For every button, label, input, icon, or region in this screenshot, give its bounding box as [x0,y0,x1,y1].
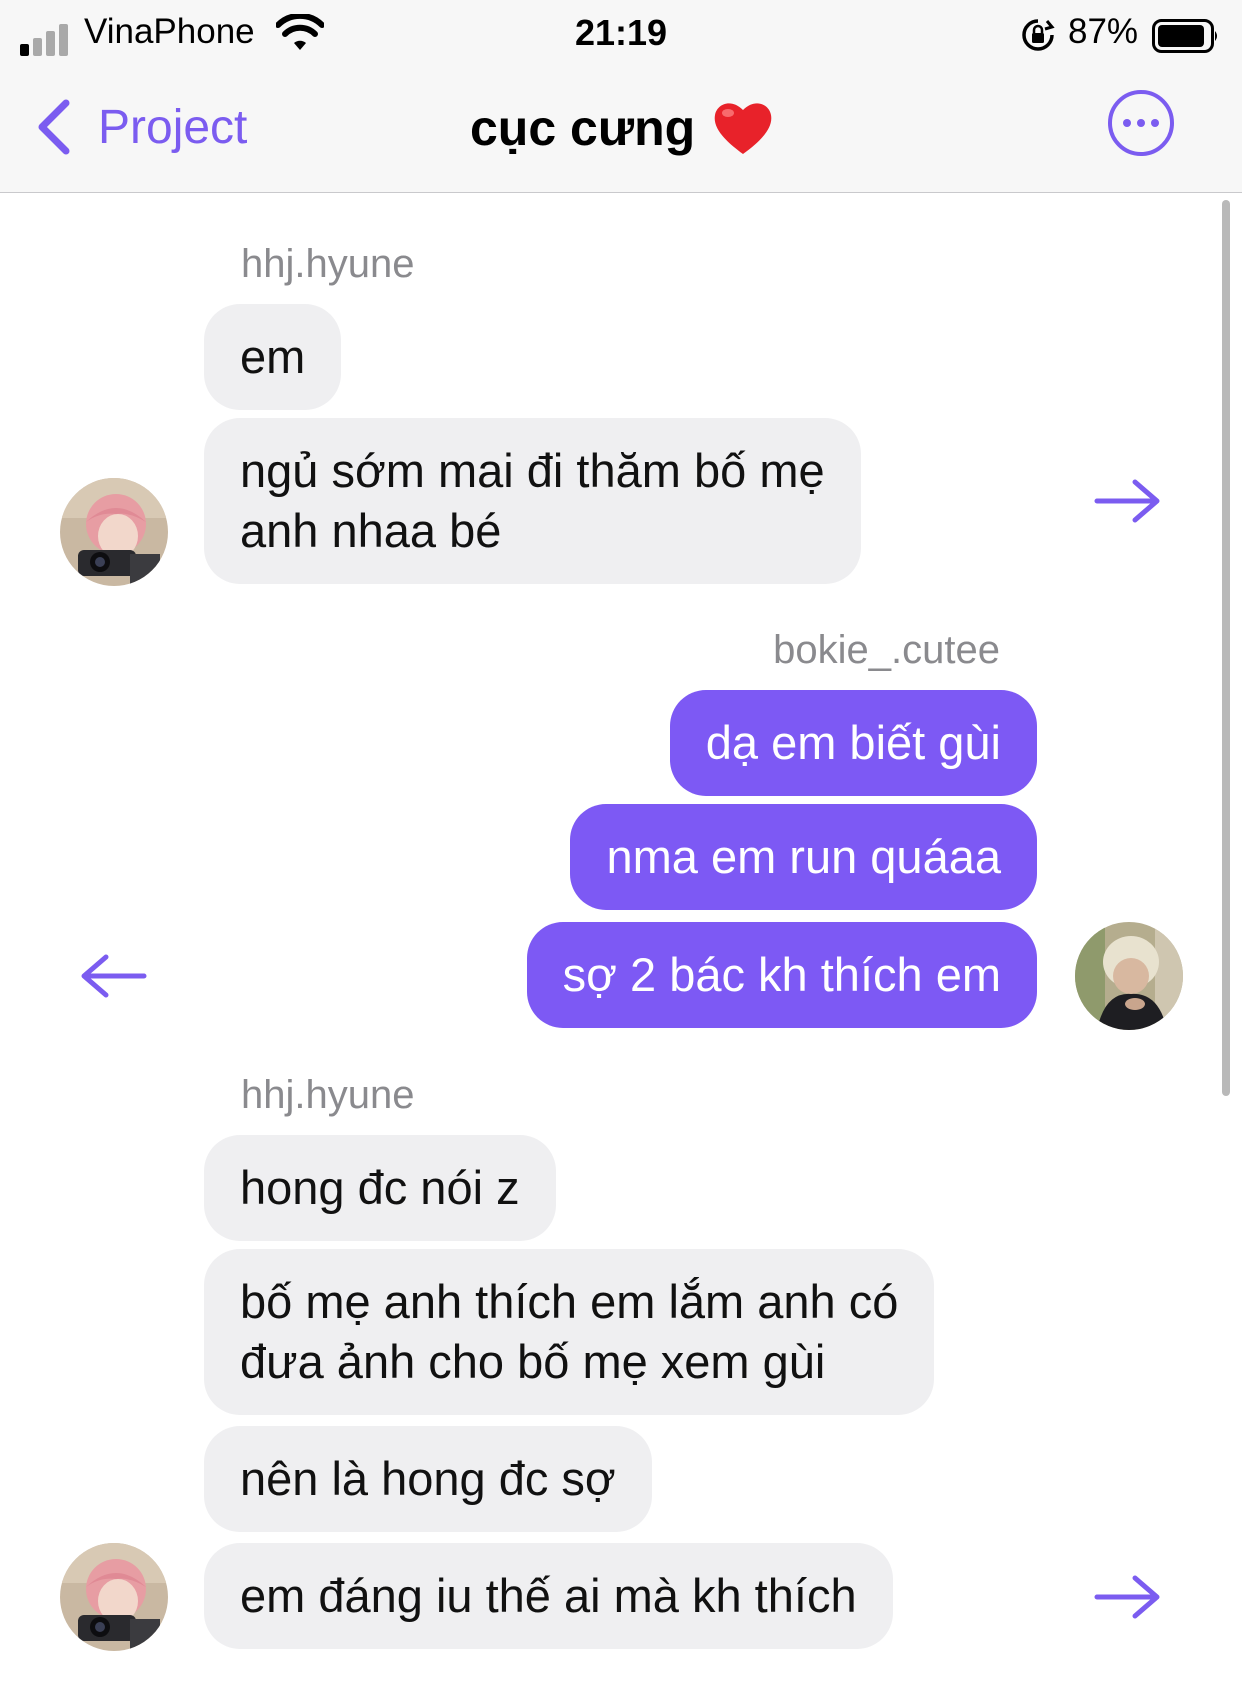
message-text-line: ngủ sớm mai đi thăm bố mẹ [240,444,825,497]
more-dot-icon [1151,119,1159,127]
message-text: em [240,330,306,383]
avatar-image [60,1543,168,1651]
chat-title: cục cưng [470,90,775,166]
message-text-line: bố mẹ anh thích em lắm anh có [240,1275,899,1328]
battery-icon [1152,19,1217,53]
sender-name: bokie_.cutee [773,628,1000,672]
avatar-image [1075,922,1183,1030]
more-dot-icon [1137,119,1145,127]
chat-title-text: cục cưng [470,100,696,156]
message-text: sợ 2 bác kh thích em [562,948,1001,1001]
back-button[interactable]: Project [34,94,247,160]
back-label: Project [98,100,248,154]
battery-percent: 87% [1068,12,1139,51]
avatar[interactable] [1075,922,1183,1030]
message-bubble-incoming[interactable]: hong đc nói z [204,1135,556,1241]
message-bubble-incoming[interactable]: ngủ sớm mai đi thăm bố mẹ anh nhaa bé [204,418,861,584]
chevron-left-icon [38,99,70,155]
message-text: nên là hong đc sợ [240,1452,616,1505]
avatar[interactable] [60,1543,168,1651]
more-dot-icon [1123,119,1131,127]
message-bubble-incoming[interactable]: bố mẹ anh thích em lắm anh có đưa ảnh ch… [204,1249,935,1415]
scroll-indicator[interactable] [1222,200,1230,1096]
message-bubble-outgoing[interactable]: dạ em biết gùi [669,690,1037,796]
sender-name: hhj.hyune [241,1073,415,1117]
message-text-line: đưa ảnh cho bố mẹ xem gùi [240,1335,826,1388]
back-arrow-icon[interactable] [78,951,148,1001]
message-text: nma em run quáaa [606,830,1001,883]
rotation-lock-icon [1022,19,1055,51]
message-text-line: anh nhaa bé [240,504,502,557]
avatar[interactable] [60,478,168,586]
sender-name: hhj.hyune [241,242,415,286]
heart-icon [714,103,772,154]
status-bar: VinaPhone 21:19 87% [0,8,1242,58]
message-text: dạ em biết gùi [705,716,1001,769]
avatar-image [60,478,168,586]
forward-arrow-icon[interactable] [1093,1572,1163,1622]
message-bubble-incoming[interactable]: em [204,304,342,410]
navigation-bar: Project cục cưng [0,78,1242,178]
message-bubble-outgoing[interactable]: nma em run quáaa [570,804,1037,910]
message-bubble-incoming[interactable]: em đáng iu thế ai mà kh thích [204,1543,893,1649]
forward-arrow-icon[interactable] [1093,476,1163,526]
clock: 21:19 [574,12,668,53]
message-bubble-incoming[interactable]: nên là hong đc sợ [204,1426,652,1532]
message-text: hong đc nói z [240,1161,520,1214]
more-options-button[interactable] [1108,90,1174,156]
top-bar: VinaPhone 21:19 87% Project cục cưng [0,0,1242,193]
message-text: em đáng iu thế ai mà kh thích [240,1569,857,1622]
message-bubble-outgoing[interactable]: sợ 2 bác kh thích em [526,922,1037,1028]
